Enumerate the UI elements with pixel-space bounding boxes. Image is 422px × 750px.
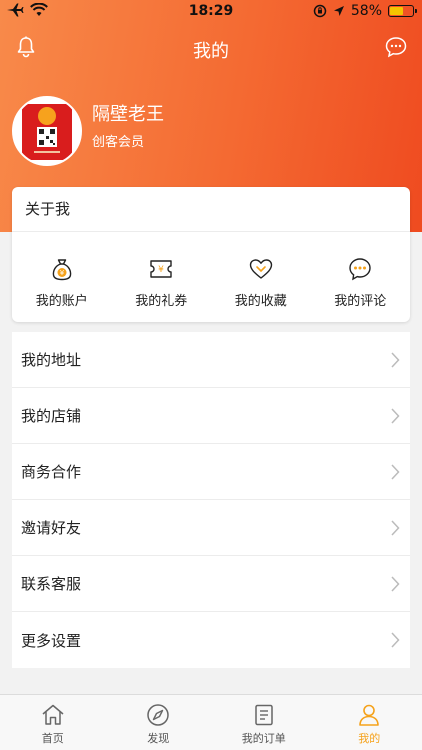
svg-text:¥: ¥ [158, 265, 164, 275]
quick-label-coupon: 我的礼券 [135, 294, 188, 309]
menu-list: 我的地址 我的店铺 商务合作 邀请好友 联系客服 更多设置 [12, 332, 410, 668]
menu-label: 商务合作 [21, 463, 82, 481]
money-bag-icon: ¥ [52, 259, 72, 281]
heart-icon [249, 259, 272, 279]
quick-label-account: 我的账户 [35, 294, 88, 309]
user-name: 隔壁老王 [92, 104, 164, 125]
menu-item-store[interactable]: 我的店铺 [12, 388, 410, 444]
user-icon [359, 704, 380, 726]
tab-label: 我的 [358, 732, 381, 745]
home-icon [42, 704, 64, 725]
battery-icon [388, 5, 417, 17]
about-me-title[interactable]: 关于我 [12, 187, 410, 232]
message-icon[interactable] [384, 35, 408, 59]
tab-orders[interactable]: 我的订单 [211, 695, 317, 750]
chevron-right-icon [391, 463, 400, 480]
tab-label: 首页 [41, 732, 64, 745]
about-card: 关于我 ¥ 我的账户 ¥ 我的礼券 我的收藏 我的评论 [12, 187, 410, 322]
chevron-right-icon [391, 575, 400, 592]
comment-icon [349, 258, 371, 281]
svg-text:¥: ¥ [60, 269, 65, 277]
avatar-image [14, 98, 80, 164]
tab-discover[interactable]: 发现 [106, 695, 212, 750]
tab-mine[interactable]: 我的 [317, 695, 422, 750]
menu-label: 更多设置 [21, 631, 82, 650]
page-title: 我的 [193, 41, 229, 62]
menu-item-business[interactable]: 商务合作 [12, 444, 410, 500]
menu-label: 我的地址 [21, 351, 82, 369]
quick-item-favorites[interactable]: 我的收藏 [211, 232, 311, 322]
coupon-icon: ¥ [150, 260, 172, 278]
compass-icon [147, 704, 169, 726]
tab-bar: 首页 发现 我的订单 我的 [0, 694, 422, 750]
member-level: 创客会员 [92, 135, 145, 150]
chevron-right-icon [391, 351, 400, 368]
tab-home[interactable]: 首页 [0, 695, 106, 750]
menu-item-invite[interactable]: 邀请好友 [12, 500, 410, 556]
menu-item-settings[interactable]: 更多设置 [12, 612, 410, 668]
tab-label: 发现 [147, 732, 170, 745]
quick-label-comments: 我的评论 [334, 294, 387, 309]
avatar[interactable] [12, 96, 82, 166]
chevron-right-icon [391, 632, 400, 648]
quick-item-comments[interactable]: 我的评论 [311, 232, 411, 322]
chevron-right-icon [391, 407, 400, 424]
menu-item-address[interactable]: 我的地址 [12, 332, 410, 388]
tab-label: 我的订单 [241, 732, 286, 745]
battery-percent: 58% [350, 3, 382, 19]
quick-label-favorites: 我的收藏 [234, 294, 287, 309]
menu-label: 联系客服 [21, 575, 82, 593]
location-arrow-icon [333, 6, 344, 16]
status-bar: 18:29 58% [0, 0, 422, 24]
menu-label: 我的店铺 [21, 407, 82, 425]
order-icon [255, 704, 273, 726]
quick-item-coupon[interactable]: ¥ 我的礼券 [112, 232, 212, 322]
rotation-lock-icon [313, 4, 327, 18]
menu-item-support[interactable]: 联系客服 [12, 556, 410, 612]
menu-label: 邀请好友 [21, 519, 82, 537]
quick-actions: ¥ 我的账户 ¥ 我的礼券 我的收藏 我的评论 [12, 232, 410, 322]
chevron-right-icon [391, 519, 400, 536]
quick-item-account[interactable]: ¥ 我的账户 [12, 232, 112, 322]
